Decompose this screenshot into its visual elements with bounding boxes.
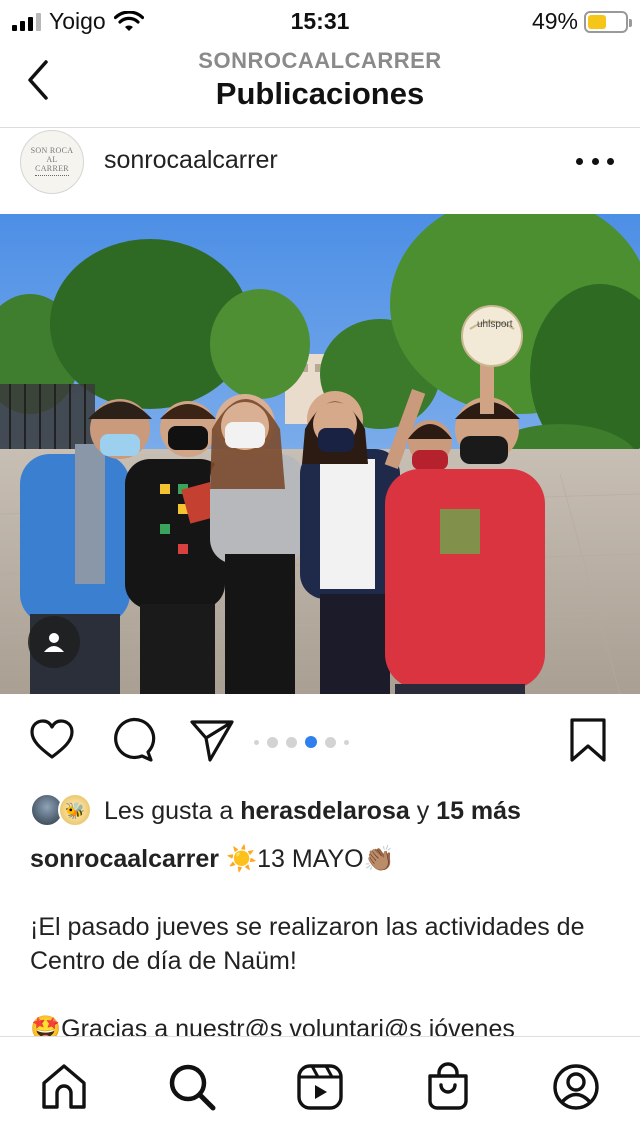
nav-shop-button[interactable] (422, 1061, 474, 1113)
nav-search-button[interactable] (166, 1061, 218, 1113)
nav-home-button[interactable] (38, 1061, 90, 1113)
shop-icon (428, 1062, 468, 1110)
bee-icon: 🐝 (65, 800, 85, 820)
battery-percent: 49% (531, 8, 578, 34)
liker-avatars: 🐝 (30, 793, 96, 829)
likes-connector: y (416, 796, 430, 825)
battery-level (588, 14, 606, 29)
carousel-indicator (254, 736, 349, 748)
account-subtitle: SONROCAALCARRER (198, 48, 442, 73)
liker-avatar: 🐝 (58, 793, 92, 827)
page-title: Publicaciones (215, 76, 425, 111)
carousel-dot (267, 736, 278, 748)
avatar-text-line: SON ROCA (30, 145, 74, 155)
bookmark-icon (570, 718, 606, 762)
nav-profile-button[interactable] (550, 1061, 602, 1113)
caption-date: 13 MAYO (257, 845, 364, 873)
avatar-decoration (35, 174, 69, 179)
likes-others[interactable]: 15 más (436, 797, 521, 826)
carousel-dot (344, 739, 349, 745)
caption-paragraph: ¡El pasado jueves se realizaron las acti… (30, 913, 585, 975)
post-header: SON ROCA AL CARRER sonrocaalcarrer (0, 128, 640, 214)
search-icon (169, 1064, 216, 1111)
nav-reels-button[interactable] (294, 1061, 346, 1113)
liker-username[interactable]: heras­delarosa (240, 797, 410, 826)
clap-icon: 👏🏽 (363, 844, 395, 873)
ball-label: uhlsport (477, 319, 513, 330)
avatar-text-line: AL (46, 154, 58, 164)
home-icon (42, 1064, 86, 1109)
avatar-text-line: CARRER (35, 163, 69, 173)
share-button[interactable] (188, 716, 236, 764)
person-tag-icon (44, 633, 64, 652)
sun-icon: ☀️ (225, 844, 258, 873)
likes-summary[interactable]: 🐝 Les gusta a heras­delarosa y 15 más (30, 790, 630, 832)
photo-illustration: uhlsport (0, 214, 640, 694)
post-username[interactable]: sonrocaalcarrer (104, 146, 278, 175)
carousel-dot (254, 739, 259, 745)
reels-icon (297, 1064, 343, 1110)
like-button[interactable] (28, 716, 76, 764)
likes-prefix: Les gusta a (104, 796, 234, 825)
profile-icon (553, 1064, 599, 1110)
account-avatar[interactable]: SON ROCA AL CARRER (20, 130, 84, 194)
caption-username[interactable]: sonrocaalcarrer (30, 845, 219, 873)
more-horizontal-icon (576, 157, 583, 165)
more-horizontal-icon (607, 157, 614, 165)
battery-icon (584, 10, 632, 33)
carousel-dot (325, 736, 336, 748)
comment-icon (114, 717, 156, 762)
post-photo[interactable]: uhlsport (0, 214, 640, 694)
save-button[interactable] (564, 716, 612, 764)
more-options-button[interactable] (576, 148, 614, 174)
bottom-navigation (0, 1036, 640, 1136)
tag-people-button[interactable] (28, 616, 80, 668)
page-header: SONROCAALCARRER Publicaciones (0, 42, 640, 128)
heart-icon (30, 719, 74, 759)
send-icon (190, 720, 234, 762)
comment-button[interactable] (108, 716, 156, 764)
carousel-dot (286, 736, 297, 748)
carousel-dot (305, 736, 317, 748)
status-bar: Yoigo 15:31 49% (0, 0, 640, 42)
post-actions (0, 716, 640, 772)
battery-info: 49% (531, 8, 632, 35)
more-horizontal-icon (591, 157, 599, 165)
